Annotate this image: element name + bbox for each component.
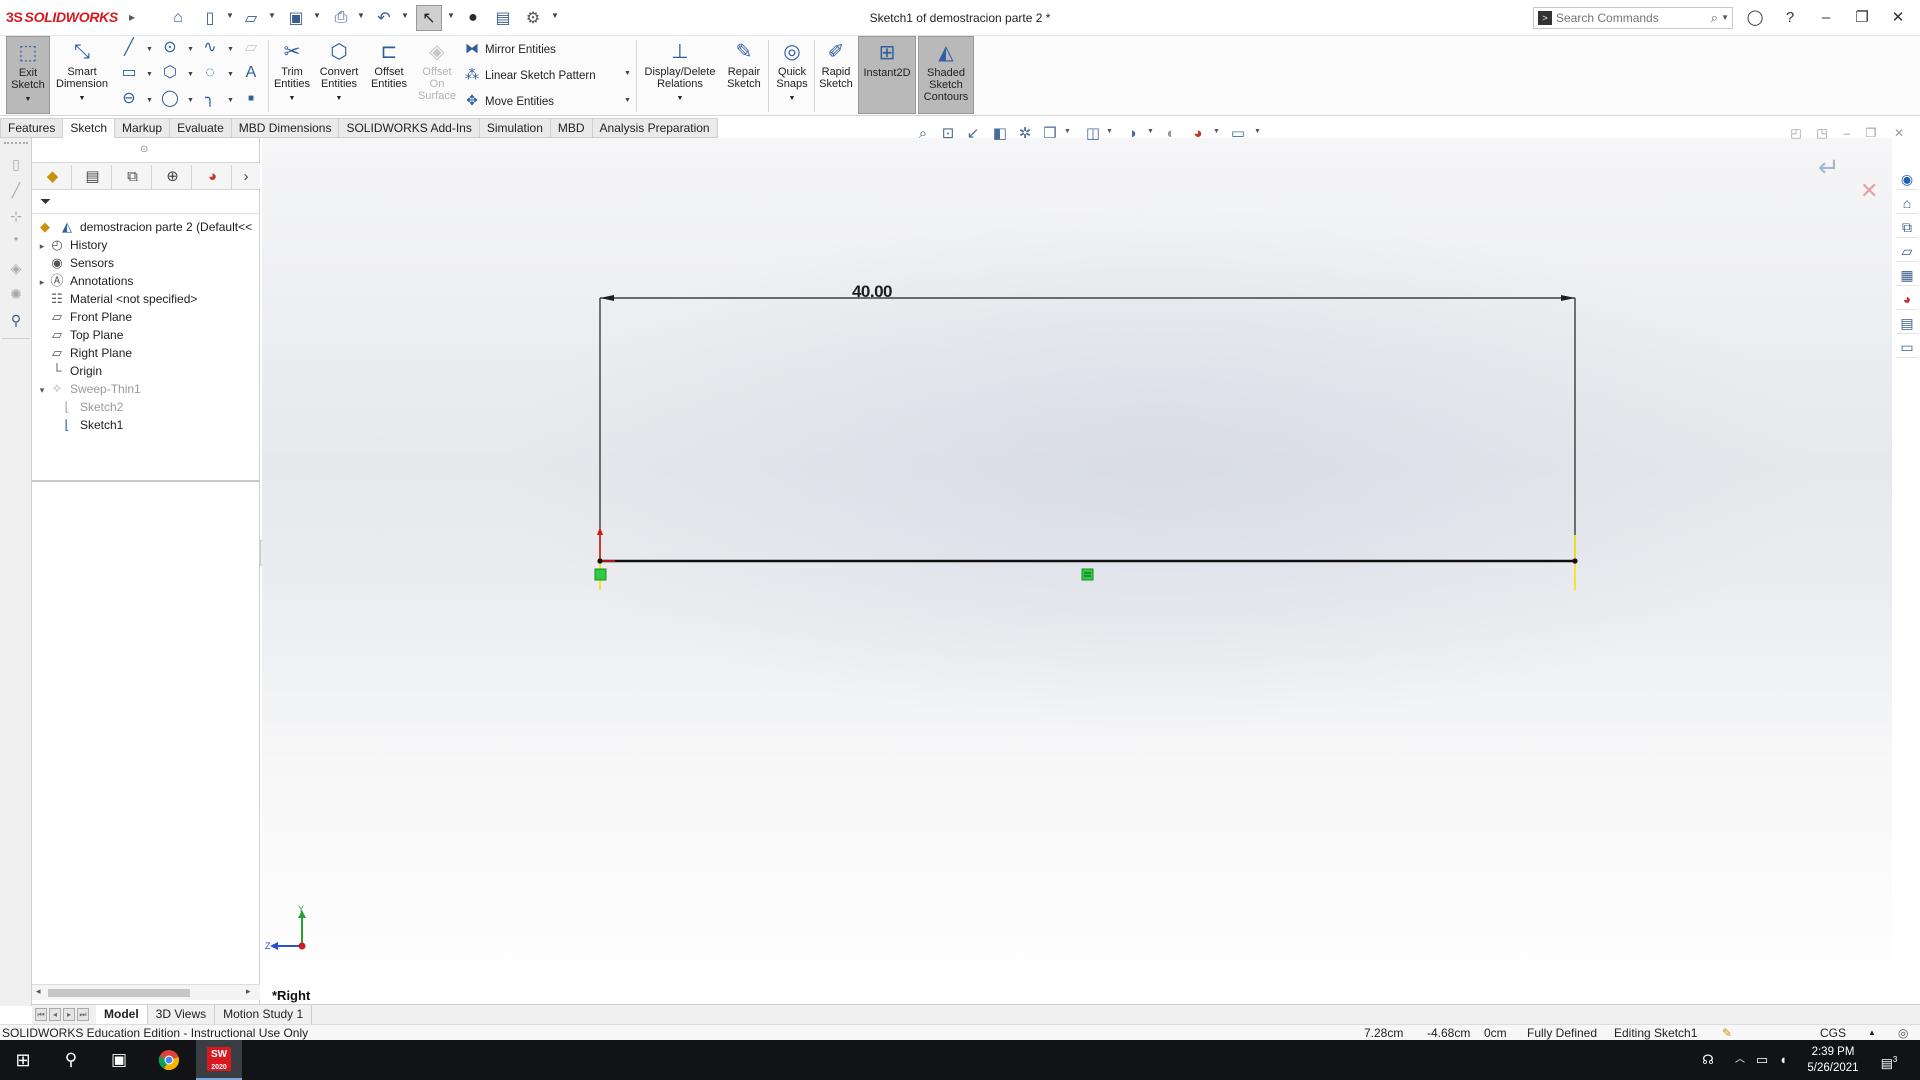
rebuild-status-icon[interactable]: ✎ <box>1722 1025 1732 1041</box>
customize-status-icon[interactable]: ◎ <box>1898 1025 1908 1041</box>
windows-start-icon[interactable]: ⊞ <box>0 1040 46 1080</box>
notification-count: 3 <box>1892 1055 1898 1064</box>
home-task-icon[interactable]: ⌂ <box>1896 192 1918 214</box>
solidworks-resources-icon[interactable]: ◉ <box>1896 168 1918 190</box>
network-icon[interactable]: ▭ <box>1752 1040 1772 1080</box>
tray-overflow-icon[interactable]: ︿ <box>1730 1040 1750 1080</box>
solidworks-badge-icon: SW 2020 <box>207 1047 231 1071</box>
tab-next-icon[interactable]: ▸ <box>63 1008 75 1021</box>
z-coordinate: 0cm <box>1484 1026 1507 1040</box>
triad-z-label: Z <box>265 941 271 951</box>
sketch-status: Fully Defined <box>1527 1026 1598 1040</box>
sketch-point-origin[interactable] <box>597 558 603 564</box>
bottom-model-tabs: ⏮ ◂ ▸ ⏭ Model 3D Views Motion Study 1 <box>32 1004 1920 1024</box>
triad-z-arrowhead-icon <box>270 942 278 950</box>
design-library-icon[interactable]: ⧉ <box>1896 216 1918 238</box>
custom-properties-icon[interactable]: ▤ <box>1896 312 1918 334</box>
dimension-value-label[interactable]: 40.00 <box>852 282 893 301</box>
bottom-tab-list: Model 3D Views Motion Study 1 <box>96 1005 313 1024</box>
chrome-logo-icon <box>158 1050 179 1071</box>
y-coordinate: -4.68cm <box>1427 1026 1471 1040</box>
notifications-icon[interactable]: ▤3 <box>1872 1040 1906 1080</box>
clock-time: 2:39 PM <box>1811 1046 1855 1058</box>
appearances-icon[interactable]: ◕ <box>1896 288 1918 310</box>
edition-text: SOLIDWORKS Education Edition - Instructi… <box>2 1026 309 1040</box>
clock-date: 5/26/2021 <box>1807 1062 1859 1074</box>
bottom-tab-model[interactable]: Model <box>96 1005 148 1024</box>
view-orientation-label: *Right <box>272 988 311 1003</box>
triad-y-label: Y <box>298 904 305 914</box>
horizontal-relation-icon[interactable] <box>1081 568 1094 581</box>
task-view-icon[interactable]: ▣ <box>96 1040 142 1080</box>
taskbar-clock[interactable]: 2:39 PM 5/26/2021 <box>1788 1044 1878 1076</box>
triad-origin <box>298 942 306 950</box>
windows-taskbar: ⊞ ⚲ ▣ SW 2020 ☊ ︿ ▭ ◖ 2:39 PM 5/26/2021 ▤… <box>0 1040 1920 1080</box>
bottom-tab-motion-study-1[interactable]: Motion Study 1 <box>215 1005 313 1024</box>
tab-last-icon[interactable]: ⏭ <box>77 1008 89 1021</box>
sketch-point-endpoint[interactable] <box>1572 558 1578 564</box>
sketch-canvas <box>270 295 1578 950</box>
view-palette-icon[interactable]: ▦ <box>1896 264 1918 286</box>
taskbar-search-icon[interactable]: ⚲ <box>48 1040 94 1080</box>
solidworks-taskbar-icon[interactable]: SW 2020 <box>196 1040 242 1080</box>
x-coordinate: 7.28cm <box>1364 1026 1404 1040</box>
status-bar: SOLIDWORKS Education Edition - Instructi… <box>0 1024 1920 1040</box>
units-dropdown-icon[interactable]: ▲ <box>1868 1025 1876 1041</box>
units-selector[interactable]: CGS <box>1820 1025 1846 1041</box>
sketch-rectangle[interactable] <box>599 298 1576 563</box>
bottom-tab-3d-views[interactable]: 3D Views <box>148 1005 216 1024</box>
tab-first-icon[interactable]: ⏮ <box>35 1008 47 1021</box>
dimension-label-wrap: 40.00 <box>0 282 1920 302</box>
tab-prev-icon[interactable]: ◂ <box>49 1008 61 1021</box>
origin-y-arrowhead-icon <box>597 527 603 535</box>
people-icon[interactable]: ☊ <box>1696 1040 1720 1080</box>
coincident-relation-icon[interactable] <box>594 568 607 581</box>
file-explorer-icon[interactable]: ▱ <box>1896 240 1918 262</box>
chrome-icon[interactable] <box>146 1040 192 1080</box>
forum-icon[interactable]: ▭ <box>1896 336 1918 358</box>
task-pane-strip: ◉ ⌂ ⧉ ▱ ▦ ◕ ▤ ▭ <box>1894 166 1920 366</box>
editing-status: Editing Sketch1 <box>1614 1026 1698 1040</box>
